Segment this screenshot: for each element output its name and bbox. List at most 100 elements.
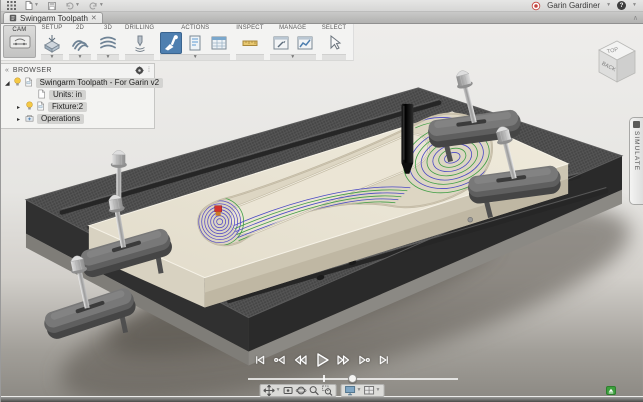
group-footer (322, 54, 347, 60)
ribbon-group-manage: MANAGE ▼ (267, 24, 319, 60)
browser-panel: « BROWSER ⁞ ◢Swingarm Toolpath - For Gar… (1, 63, 155, 129)
browser-row[interactable]: ▸ Fixture:2 (1, 101, 154, 113)
titlebar: ▼ ▼ ▼ Garin Gardiner ▼ ? ▼ (1, 0, 643, 12)
tab-title: Swingarm Toolpath (20, 14, 88, 23)
browser-row-label[interactable]: Fixture:2 (48, 102, 87, 112)
group-flyout-arrow[interactable]: ▼ (41, 54, 63, 60)
chevron-down-icon[interactable]: ▼ (75, 3, 80, 8)
close-icon[interactable]: ✕ (91, 14, 97, 22)
chevron-down-icon[interactable]: ▼ (357, 388, 362, 393)
3d-milling-button[interactable] (97, 32, 119, 54)
collapse-panel-icon[interactable]: « (5, 67, 9, 74)
chevron-down-icon[interactable]: ▼ (78, 55, 83, 60)
save-icon[interactable] (48, 2, 56, 10)
look-at-button[interactable] (283, 385, 294, 396)
2d-milling-button[interactable] (69, 32, 91, 54)
skip-end-button[interactable] (378, 354, 391, 366)
cam-toolbar: CAM SETUP▼2D▼3D▼DRILLINGACTIONS▼INSPECTM… (1, 24, 354, 61)
redo-icon[interactable]: ▼ (89, 2, 104, 10)
chevron-down-icon[interactable]: ▼ (99, 3, 104, 8)
group-flyout-arrow[interactable]: ▼ (69, 54, 91, 60)
job-status-icon[interactable] (606, 386, 616, 395)
component-icon (24, 74, 33, 92)
bulb-icon[interactable] (13, 74, 22, 92)
chevron-down-icon[interactable]: ▼ (193, 55, 198, 60)
pan-button[interactable]: ▼ (264, 385, 281, 396)
gear-icon[interactable] (135, 66, 144, 75)
group-flyout-arrow[interactable]: ▼ (160, 54, 230, 60)
chevron-down-icon[interactable]: ▼ (50, 55, 55, 60)
rewind-button[interactable] (293, 354, 307, 366)
next-operation-button[interactable] (358, 354, 371, 366)
document-tab-icon (9, 14, 17, 22)
record-icon[interactable] (531, 1, 541, 11)
group-flyout-arrow[interactable]: ▼ (270, 54, 316, 60)
new-setup-button[interactable] (41, 32, 63, 54)
chevron-up-icon[interactable]: ∧ (633, 14, 638, 22)
ribbon-group-label: MANAGE (279, 24, 306, 31)
simulation-timeline-slider[interactable] (248, 374, 458, 384)
expander-icon[interactable]: ◢ (5, 80, 10, 87)
chevron-down-icon[interactable]: ▼ (276, 388, 281, 393)
ribbon-group-inspect: INSPECT (233, 24, 266, 60)
skip-start-button[interactable] (253, 354, 266, 366)
document-tabbar: Swingarm Toolpath ✕ ∧ (1, 12, 643, 24)
simulate-button[interactable] (160, 32, 182, 54)
simulation-playback-controls (253, 352, 391, 368)
orbit-button[interactable] (296, 385, 307, 396)
post-process-button[interactable] (184, 32, 206, 54)
task-manager-button[interactable] (294, 32, 316, 54)
grid-settings-button[interactable]: ▼ (363, 385, 380, 396)
prev-operation-button[interactable] (273, 354, 286, 366)
chevron-down-icon[interactable]: ▼ (34, 3, 39, 8)
browser-row-label[interactable]: Units: in (49, 90, 86, 100)
chevron-down-icon[interactable]: ▼ (632, 3, 637, 8)
ribbon-group-label: SETUP (41, 24, 62, 31)
3d-viewport[interactable]: CAM SETUP▼2D▼3D▼DRILLINGACTIONS▼INSPECTM… (1, 24, 643, 397)
browser-row[interactable]: ▸ Operations (1, 113, 154, 125)
ribbon-group-select: SELECT (319, 24, 350, 60)
ribbon-group-actions: ACTIONS ▼ (157, 24, 233, 60)
app-grid-icon[interactable] (7, 1, 16, 10)
drilling-button[interactable] (129, 32, 151, 54)
simulate-dialog-tab[interactable]: SIMULATE (629, 117, 643, 205)
ribbon-group-3d: 3D▼ (94, 24, 122, 60)
chevron-down-icon[interactable]: ▼ (375, 388, 380, 393)
browser-title: BROWSER (13, 67, 131, 74)
setup-sheet-button[interactable] (208, 32, 230, 54)
panel-grip-icon[interactable]: ⁞ (148, 67, 150, 74)
window-bottom-edge (1, 397, 643, 402)
browser-row-label[interactable]: Operations (37, 114, 84, 124)
quick-access-toolbar: ▼ ▼ ▼ (7, 1, 104, 10)
select-button[interactable] (323, 32, 345, 54)
zoom-button[interactable] (309, 385, 320, 396)
slider-handle[interactable] (348, 374, 357, 383)
browser-row[interactable]: ◢Swingarm Toolpath - For Garin v2 (1, 77, 154, 89)
workspace-switcher[interactable]: CAM (3, 25, 36, 58)
expander-icon[interactable]: ▸ (15, 104, 22, 111)
browser-row-label[interactable]: Swingarm Toolpath - For Garin v2 (36, 78, 163, 88)
zoom-window-button[interactable] (322, 385, 333, 396)
cutting-tool[interactable] (401, 104, 413, 174)
file-icon[interactable]: ▼ (25, 1, 39, 10)
tab-swingarm-toolpath[interactable]: Swingarm Toolpath ✕ (3, 12, 103, 23)
tool-library-button[interactable] (270, 32, 292, 54)
ribbon-group-label: ACTIONS (181, 24, 209, 31)
expander-icon[interactable]: ▸ (15, 116, 22, 123)
chevron-down-icon[interactable]: ▼ (106, 55, 111, 60)
play-button[interactable] (314, 352, 330, 368)
display-settings-button[interactable]: ▼ (345, 385, 362, 396)
stock-face-screw (468, 217, 473, 222)
measure-button[interactable] (239, 32, 261, 54)
undo-icon[interactable]: ▼ (65, 2, 80, 10)
help-button[interactable]: ? (617, 1, 626, 10)
group-flyout-arrow[interactable]: ▼ (97, 54, 119, 60)
fusion-cam-window: ▼ ▼ ▼ Garin Gardiner ▼ ? ▼ Swingarm Toolpa… (0, 0, 643, 402)
fast-forward-button[interactable] (337, 354, 351, 366)
ribbon-group-label: 2D (76, 24, 84, 31)
chevron-down-icon[interactable]: ▼ (290, 55, 295, 60)
chevron-down-icon[interactable]: ▼ (606, 3, 611, 8)
ribbon-group-drilling: DRILLING (122, 24, 157, 60)
account-menu[interactable]: Garin Gardiner (547, 1, 600, 10)
view-cube[interactable]: TOP BACK (590, 33, 640, 92)
